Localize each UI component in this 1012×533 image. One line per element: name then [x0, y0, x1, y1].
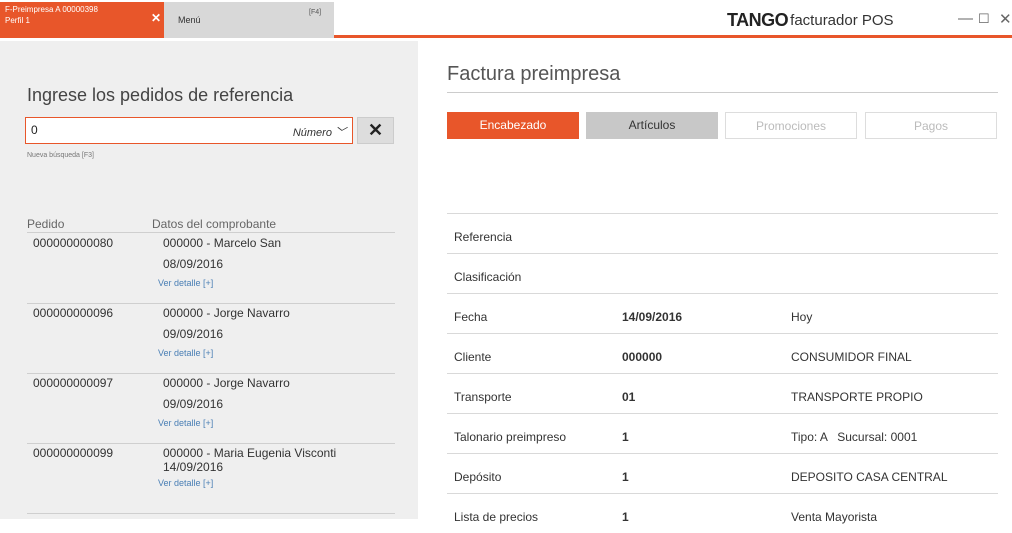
- field-cliente[interactable]: Cliente 000000 CONSUMIDOR FINAL: [447, 333, 998, 373]
- field-label: Cliente: [454, 350, 492, 364]
- field-description: TRANSPORTE PROPIO: [791, 390, 923, 404]
- brand-logo: TANGO facturador POS: [727, 10, 894, 31]
- search-type-select[interactable]: Número ﹀: [293, 124, 346, 140]
- tab-encabezado[interactable]: Encabezado: [447, 112, 579, 139]
- field-description: DEPOSITO CASA CENTRAL: [791, 470, 948, 484]
- tab-subtitle: Perfil 1: [5, 16, 30, 25]
- order-date: 09/09/2016: [163, 397, 224, 411]
- close-tab-icon[interactable]: ✕: [151, 11, 161, 25]
- field-fecha[interactable]: Fecha 14/09/2016 Hoy: [447, 293, 998, 333]
- column-header-pedido: Pedido: [27, 217, 65, 231]
- brand-name: TANGO: [727, 10, 789, 30]
- field-label: Clasificación: [454, 270, 522, 284]
- view-detail-link[interactable]: Ver detalle [+]: [158, 418, 213, 428]
- chevron-down-icon: ﹀: [335, 127, 346, 139]
- list-item[interactable]: 000000000099 000000 - Maria Eugenia Visc…: [27, 444, 395, 514]
- title-bar: F-Preimpresa A 00000398 Perfil 1 ✕ Menú …: [0, 0, 1012, 38]
- order-client: 000000 - Maria Eugenia Visconti: [163, 446, 337, 460]
- title-divider: [447, 92, 998, 93]
- order-client: 000000 - Jorge Navarro: [163, 306, 290, 320]
- field-value: 01: [622, 390, 636, 404]
- tab-menu-shortcut: [F4]: [309, 9, 322, 16]
- field-value: 1: [622, 430, 629, 444]
- field-deposito[interactable]: Depósito 1 DEPOSITO CASA CENTRAL: [447, 453, 998, 493]
- list-item[interactable]: 000000000080 000000 - Marcelo San 08/09/…: [27, 234, 395, 304]
- field-label: Fecha: [454, 310, 488, 324]
- clear-search-button[interactable]: ✕: [357, 117, 394, 144]
- field-value: 000000: [622, 350, 663, 364]
- close-window-icon[interactable]: ✕: [999, 10, 1012, 28]
- maximize-icon[interactable]: ☐: [978, 11, 990, 27]
- view-detail-link[interactable]: Ver detalle [+]: [158, 348, 213, 358]
- search-hint: Nueva búsqueda [F3]: [27, 152, 94, 159]
- field-label: Talonario preimpreso: [454, 430, 567, 444]
- order-date: 09/09/2016: [163, 327, 224, 341]
- field-description: Hoy: [791, 310, 813, 324]
- field-description: Tipo: A Sucursal: 0001: [791, 430, 918, 444]
- minimize-icon[interactable]: —: [958, 10, 973, 27]
- order-number: 000000000096: [33, 306, 114, 320]
- field-value: 1: [622, 470, 629, 484]
- field-description: Venta Mayorista: [791, 510, 878, 524]
- field-description: CONSUMIDOR FINAL: [791, 350, 912, 364]
- field-referencia[interactable]: Referencia: [447, 213, 998, 253]
- order-date: 08/09/2016: [163, 257, 224, 271]
- row-divider: [27, 513, 395, 514]
- tab-pagos[interactable]: Pagos: [865, 112, 997, 139]
- invoice-panel: Factura preimpresa Encabezado Artículos …: [418, 41, 1012, 524]
- order-number: 000000000099: [33, 446, 114, 460]
- header-divider: [27, 232, 395, 233]
- tab-articulos[interactable]: Artículos: [586, 112, 718, 139]
- order-client: 000000 - Marcelo San: [163, 236, 282, 250]
- field-value: 1: [622, 510, 629, 524]
- order-number: 000000000080: [33, 236, 114, 250]
- view-detail-link[interactable]: Ver detalle [+]: [158, 478, 213, 488]
- field-label: Transporte: [454, 390, 512, 404]
- tab-promociones[interactable]: Promociones: [725, 112, 857, 139]
- field-clasificacion[interactable]: Clasificación: [447, 253, 998, 293]
- field-value: 14/09/2016: [622, 310, 683, 324]
- reference-orders-panel: Ingrese los pedidos de referencia 0 Núme…: [0, 41, 418, 519]
- field-talonario[interactable]: Talonario preimpreso 1 Tipo: A Sucursal:…: [447, 413, 998, 453]
- field-label: Referencia: [454, 230, 513, 244]
- tab-menu[interactable]: Menú [F4]: [164, 2, 334, 38]
- page-title: Factura preimpresa: [447, 63, 621, 85]
- list-item[interactable]: 000000000097 000000 - Jorge Navarro 09/0…: [27, 374, 395, 444]
- order-client: 000000 - Jorge Navarro: [163, 376, 290, 390]
- tab-menu-label: Menú: [178, 15, 201, 25]
- column-header-datos: Datos del comprobante: [152, 217, 277, 231]
- order-date: 14/09/2016: [163, 460, 224, 474]
- field-label: Depósito: [454, 470, 502, 484]
- view-detail-link[interactable]: Ver detalle [+]: [158, 278, 213, 288]
- brand-product: facturador POS: [790, 12, 894, 29]
- panel-heading: Ingrese los pedidos de referencia: [27, 85, 294, 105]
- field-lista-precios[interactable]: Lista de precios 1 Venta Mayorista: [447, 493, 998, 533]
- search-input[interactable]: 0 Número ﹀: [25, 117, 353, 144]
- tab-factura-preimpresa[interactable]: F-Preimpresa A 00000398 Perfil 1 ✕: [0, 2, 164, 38]
- order-number: 000000000097: [33, 376, 114, 390]
- list-item[interactable]: 000000000096 000000 - Jorge Navarro 09/0…: [27, 304, 395, 374]
- tab-title: F-Preimpresa A 00000398: [5, 5, 98, 14]
- field-transporte[interactable]: Transporte 01 TRANSPORTE PROPIO: [447, 373, 998, 413]
- search-value: 0: [31, 123, 38, 137]
- field-label: Lista de precios: [454, 510, 539, 524]
